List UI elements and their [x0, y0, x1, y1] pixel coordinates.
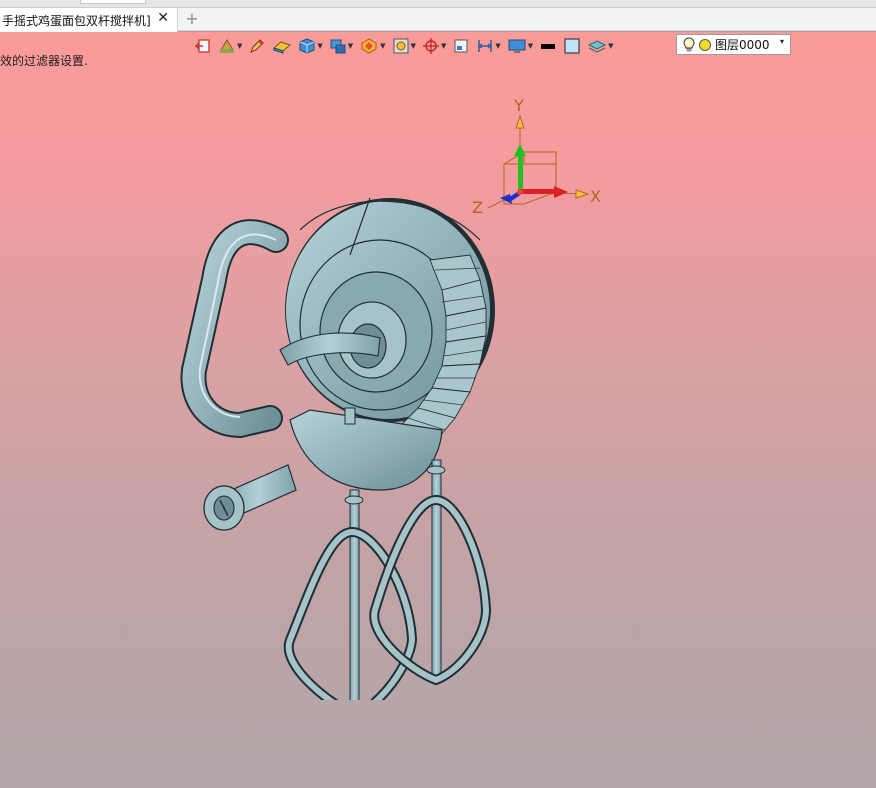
- chevron-down-icon: ▾: [779, 37, 784, 46]
- zoom-fit-button[interactable]: ▼: [392, 35, 416, 57]
- line-color-swatch-icon: [541, 44, 556, 49]
- workplane-button[interactable]: [452, 35, 470, 57]
- filter-button[interactable]: ▼: [218, 35, 242, 57]
- view-cube-button[interactable]: ▼: [298, 35, 323, 57]
- crosshair-icon: [422, 38, 439, 54]
- filter-hint-text: 效的过滤器设置.: [0, 54, 88, 68]
- cube-icon: [299, 38, 315, 54]
- pencil-icon: [250, 39, 265, 53]
- fill-color-button[interactable]: [563, 35, 581, 57]
- lightbulb-icon: [683, 36, 695, 51]
- line-color-button[interactable]: [539, 35, 557, 57]
- document-tab[interactable]: 手摇式鸡蛋面包双杆搅拌机] ✕: [0, 8, 178, 32]
- document-tab-title: 手摇式鸡蛋面包双杆搅拌机]: [2, 13, 151, 28]
- zoom-fit-icon: [393, 38, 409, 54]
- display-mode-button[interactable]: ▼: [329, 35, 353, 57]
- add-tab-icon[interactable]: +: [184, 9, 200, 29]
- section-icon: [361, 38, 377, 54]
- chevron-down-icon: ▼: [237, 41, 243, 50]
- layers-button[interactable]: ▼: [587, 35, 614, 57]
- egg-beater-render: [180, 197, 495, 721]
- chevron-down-icon: ▼: [380, 41, 386, 50]
- y-axis-label: Y: [514, 96, 524, 115]
- eraser-icon: [273, 41, 292, 54]
- snap-button[interactable]: ▼: [422, 35, 446, 57]
- chevron-down-icon: ▼: [440, 41, 447, 50]
- exit-icon: [194, 39, 210, 53]
- filter-icon: [220, 39, 234, 53]
- 3d-viewport[interactable]: 效的过滤器设置. ▼ ▼ ▼ ▼ ▼ ▼ ▼ ▼ ▼ 图层0000 ▾ Y X …: [0, 32, 876, 788]
- chevron-down-icon: ▼: [347, 41, 354, 50]
- chevron-down-icon: ▼: [527, 41, 534, 50]
- layers-icon: [588, 40, 607, 53]
- section-view-button[interactable]: ▼: [359, 35, 386, 57]
- chevron-down-icon: ▼: [495, 41, 501, 50]
- top-strip: [0, 0, 876, 8]
- chevron-down-icon: ▼: [317, 41, 323, 50]
- exit-sketch-button[interactable]: [194, 35, 212, 57]
- pick-button[interactable]: [248, 35, 266, 57]
- measure-button[interactable]: ▼: [476, 35, 501, 57]
- layer-select[interactable]: 图层0000 ▾: [676, 34, 791, 55]
- x-axis-label: X: [590, 187, 601, 206]
- view-toolbar: ▼ ▼ ▼ ▼ ▼ ▼ ▼ ▼ ▼: [194, 34, 620, 58]
- layer-status-icon: [699, 38, 711, 51]
- workplane-icon: [454, 39, 468, 53]
- chevron-down-icon: ▼: [410, 41, 416, 50]
- render-shaded-button[interactable]: [272, 35, 292, 57]
- layer-name: 图层0000: [715, 38, 770, 52]
- fill-color-swatch-icon: [564, 38, 580, 54]
- display-icon: [330, 39, 346, 54]
- egg-beater-model[interactable]: [180, 160, 520, 721]
- close-icon[interactable]: ✕: [157, 10, 169, 26]
- top-input-field[interactable]: [80, 0, 146, 4]
- chevron-down-icon: ▼: [608, 41, 614, 50]
- display-settings-button[interactable]: ▼: [507, 35, 533, 57]
- measure-icon: [478, 40, 493, 52]
- document-tab-bar: 手摇式鸡蛋面包双杆搅拌机] ✕ +: [0, 8, 876, 32]
- monitor-icon: [508, 39, 526, 53]
